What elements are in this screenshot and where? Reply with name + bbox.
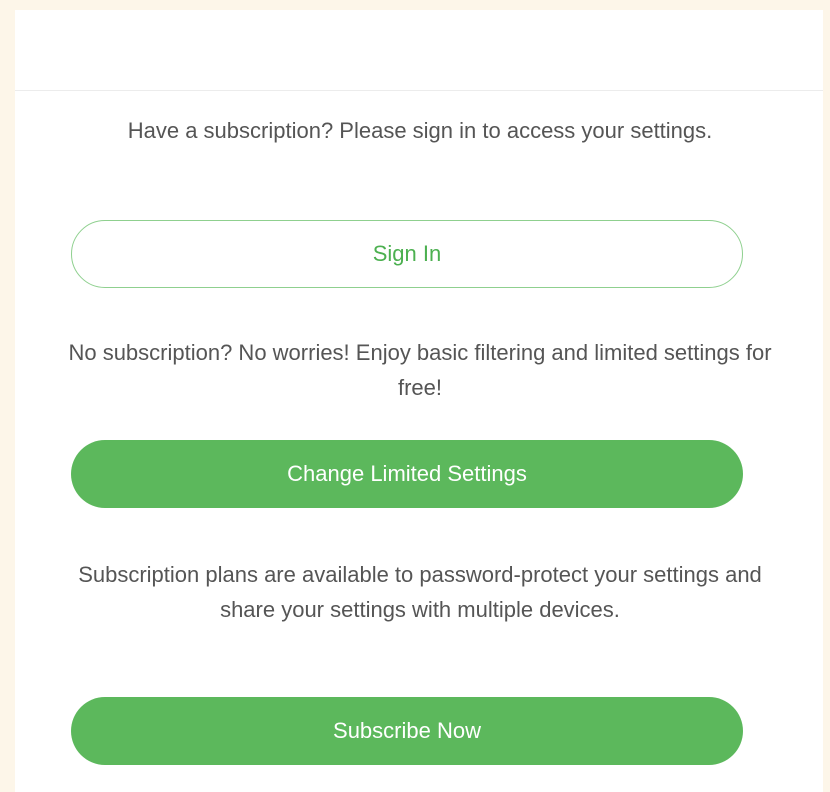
change-limited-settings-button[interactable]: Change Limited Settings [71, 440, 743, 508]
settings-panel: Have a subscription? Please sign in to a… [15, 10, 823, 792]
free-settings-message: No subscription? No worries! Enjoy basic… [68, 340, 772, 400]
subscribe-now-button[interactable]: Subscribe Now [71, 697, 743, 765]
subscription-plans-message: Subscription plans are available to pass… [78, 562, 762, 622]
subscribe-now-button-label: Subscribe Now [333, 718, 481, 743]
sign-in-button-label: Sign In [372, 241, 442, 266]
change-limited-settings-button-label: Change Limited Settings [287, 461, 527, 486]
signin-message: Have a subscription? Please sign in to a… [127, 118, 713, 143]
sign-in-button[interactable]: Sign In [71, 220, 743, 288]
panel-header [15, 10, 823, 91]
